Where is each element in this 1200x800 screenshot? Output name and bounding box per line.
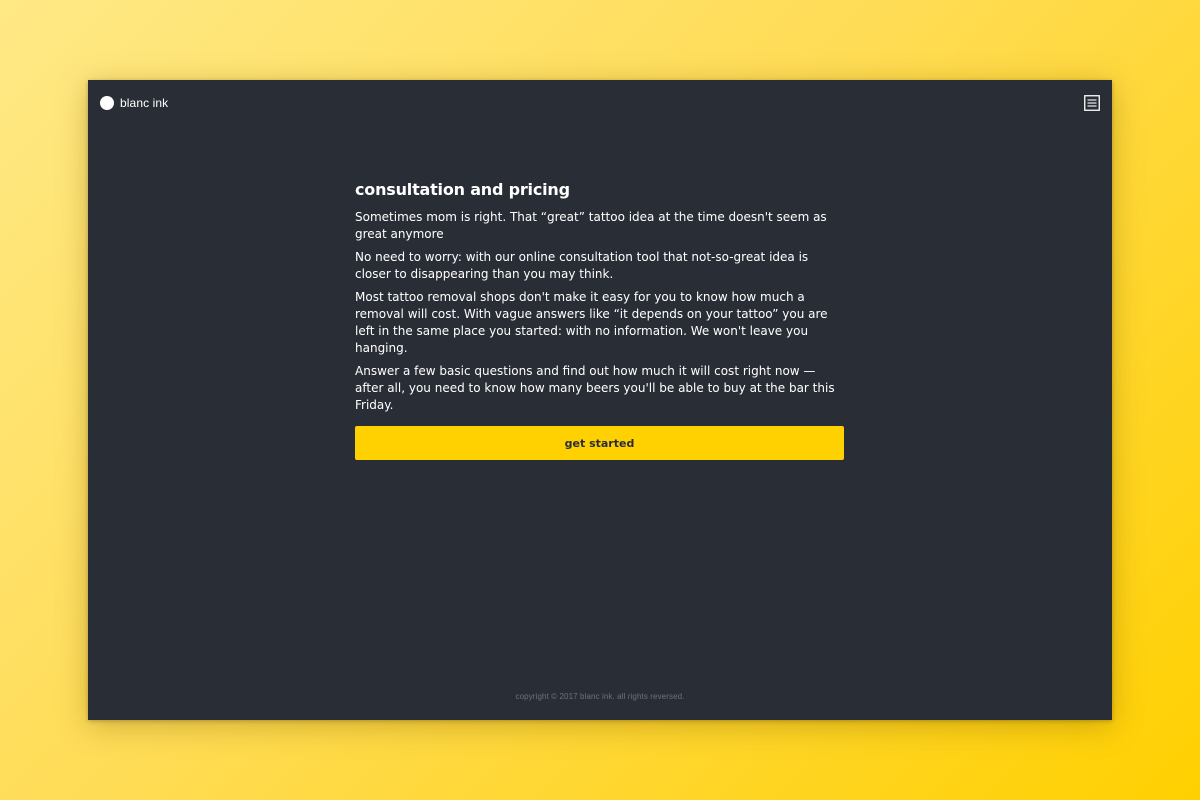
- brand-logo-link[interactable]: blanc ink: [100, 96, 168, 110]
- intro-paragraph: Sometimes mom is right. That “great” tat…: [355, 210, 827, 241]
- menu-button[interactable]: [1084, 95, 1100, 111]
- questions-paragraph: Answer a few basic questions and find ou…: [355, 364, 835, 412]
- circle-logo-icon: [100, 96, 114, 110]
- page-title: consultation and pricing: [355, 180, 570, 199]
- menu-list-icon: [1084, 95, 1100, 111]
- app-window: blanc ink consultation and pricing Somet…: [88, 80, 1112, 720]
- consultation-section: consultation and pricing Sometimes mom i…: [355, 180, 845, 460]
- brand-name: blanc ink: [120, 96, 169, 110]
- pricing-paragraph: Most tattoo removal shops don't make it …: [355, 290, 828, 355]
- tool-paragraph: No need to worry: with our online consul…: [355, 250, 809, 281]
- get-started-button[interactable]: get started: [355, 426, 844, 460]
- footer-copyright: copyright © 2017 blanc ink. all rights r…: [515, 692, 685, 701]
